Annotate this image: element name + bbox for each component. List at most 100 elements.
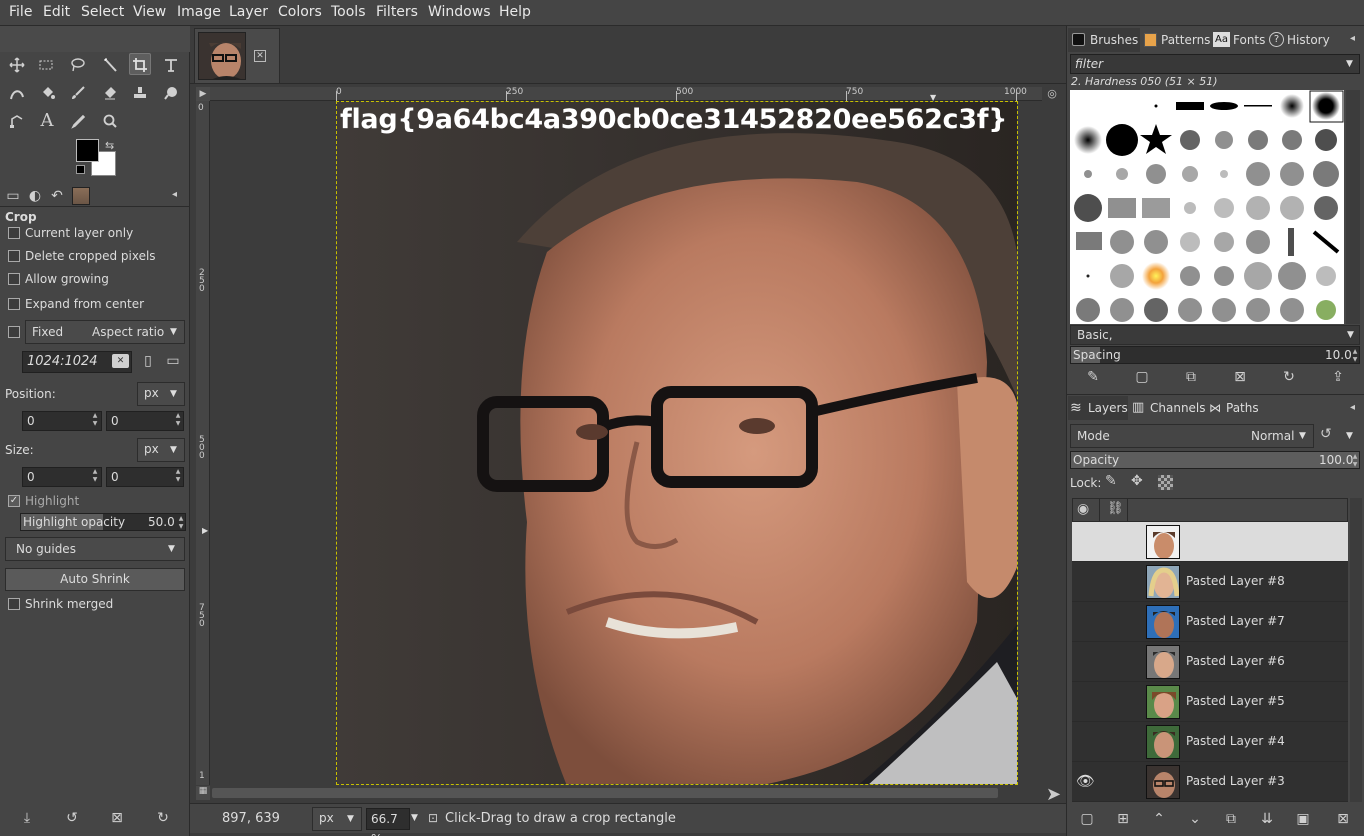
- smudge-icon[interactable]: [160, 82, 182, 104]
- default-colors-icon[interactable]: [76, 165, 85, 174]
- highlight-opacity-slider[interactable]: Highlight opacity 50.0 ▲ ▼: [20, 513, 186, 531]
- menu-tools[interactable]: Tools: [331, 4, 366, 20]
- layer-row[interactable]: 👁 Pasted Layer #3: [1072, 762, 1348, 802]
- lock-pixels-icon[interactable]: ✎: [1105, 473, 1117, 489]
- spacing-spinner[interactable]: ▲ ▼: [1350, 348, 1360, 364]
- tab-patterns[interactable]: Patterns: [1142, 28, 1210, 52]
- menu-edit[interactable]: Edit: [43, 4, 70, 20]
- tab-fonts[interactable]: Aa Fonts: [1212, 28, 1268, 52]
- navigation-arrow-icon[interactable]: ➤: [1046, 784, 1061, 805]
- spacing-slider[interactable]: Spacing 10.0 ▲ ▼: [1070, 346, 1360, 364]
- navigate-icon[interactable]: ▦: [196, 786, 210, 800]
- color-picker-icon[interactable]: [67, 110, 89, 132]
- quick-mask-menu-icon[interactable]: ▶: [196, 87, 210, 101]
- zoom-input[interactable]: 66.7 %: [366, 808, 410, 836]
- unit-dropdown[interactable]: px ▼: [312, 807, 362, 831]
- allow-growing-checkbox[interactable]: [8, 273, 20, 285]
- bucket-fill-icon[interactable]: [37, 82, 59, 104]
- delete-cropped-pixels-checkbox[interactable]: [8, 250, 20, 262]
- tab-layers[interactable]: ≋ Layers: [1068, 396, 1128, 420]
- menu-windows[interactable]: Windows: [428, 4, 491, 20]
- reset-options-icon[interactable]: ↻: [151, 808, 175, 830]
- restore-options-icon[interactable]: ↺: [60, 808, 84, 830]
- new-brush-icon[interactable]: ▢: [1131, 366, 1153, 388]
- undo-history-tab-icon[interactable]: ↶: [46, 186, 68, 208]
- text-icon[interactable]: A: [36, 110, 58, 132]
- layer-row[interactable]: Pasted Layer #8: [1072, 562, 1348, 602]
- mask-layer-icon[interactable]: ▣: [1292, 808, 1314, 830]
- tab-brushes[interactable]: Brushes: [1068, 28, 1140, 52]
- configure-tab-icon[interactable]: ◂: [1350, 33, 1355, 44]
- menu-colors[interactable]: Colors: [278, 4, 322, 20]
- paintbrush-icon[interactable]: [67, 82, 89, 104]
- save-options-icon[interactable]: ⤓: [15, 808, 39, 830]
- tab-channels[interactable]: ▥ Channels: [1130, 396, 1206, 420]
- duplicate-layer-icon[interactable]: ⧉: [1220, 808, 1242, 830]
- layer-row[interactable]: Pasted Layer #5: [1072, 682, 1348, 722]
- crop-icon[interactable]: [129, 53, 151, 75]
- menu-select[interactable]: Select: [81, 4, 124, 20]
- landscape-icon[interactable]: ▭: [162, 351, 184, 373]
- layer-opacity-slider[interactable]: Opacity 100.0 ▲ ▼: [1070, 451, 1360, 469]
- menu-help[interactable]: Help: [499, 4, 531, 20]
- tool-options-tab-icon[interactable]: ▭: [2, 186, 24, 208]
- delete-brush-icon[interactable]: ⊠: [1229, 366, 1251, 388]
- size-width-spinner[interactable]: ▲ ▼: [90, 468, 100, 484]
- eraser-icon[interactable]: [99, 82, 121, 104]
- auto-shrink-button[interactable]: Auto Shrink: [5, 568, 185, 591]
- layer-row[interactable]: Pasted Layer #4: [1072, 722, 1348, 762]
- menu-filters[interactable]: Filters: [376, 4, 418, 20]
- clone-icon[interactable]: [129, 82, 151, 104]
- new-layer-icon[interactable]: ▢: [1076, 808, 1098, 830]
- new-layer-group-icon[interactable]: ⊞: [1112, 808, 1134, 830]
- portrait-icon[interactable]: ▯: [137, 351, 159, 373]
- fixed-checkbox[interactable]: [8, 326, 20, 338]
- opacity-spinner[interactable]: ▲ ▼: [1350, 453, 1360, 469]
- horizontal-scrollbar[interactable]: [212, 788, 998, 798]
- size-height-spinner[interactable]: ▲ ▼: [173, 468, 183, 484]
- duplicate-brush-icon[interactable]: ⧉: [1180, 366, 1202, 388]
- highlight-checkbox[interactable]: ✓: [8, 495, 20, 507]
- menu-file[interactable]: File: [9, 4, 32, 20]
- swap-colors-icon[interactable]: ⇆: [105, 139, 114, 152]
- guides-dropdown[interactable]: No guides ▼: [5, 537, 185, 561]
- tab-paths[interactable]: ⋈ Paths: [1207, 396, 1261, 420]
- delete-layer-icon[interactable]: ⊠: [1332, 808, 1354, 830]
- zoom-fit-icon[interactable]: ◎: [1044, 87, 1060, 101]
- position-unit-dropdown[interactable]: px ▼: [137, 382, 185, 406]
- chevron-down-icon[interactable]: ▼: [411, 813, 418, 823]
- size-unit-dropdown[interactable]: px ▼: [137, 438, 185, 462]
- unified-transform-icon[interactable]: [160, 54, 182, 76]
- current-layer-only-checkbox[interactable]: [8, 227, 20, 239]
- device-status-tab-icon[interactable]: ◐: [24, 186, 46, 208]
- composite-mode-icon[interactable]: ↺: [1320, 426, 1332, 442]
- merge-layer-icon[interactable]: ⇊: [1256, 808, 1278, 830]
- shrink-merged-checkbox[interactable]: [8, 598, 20, 610]
- image-tab[interactable]: ✕: [194, 28, 280, 84]
- brush-grid[interactable]: [1070, 90, 1344, 324]
- close-image-icon[interactable]: ✕: [254, 50, 266, 62]
- layer-mode-dropdown[interactable]: Mode Normal ▼: [1070, 424, 1314, 448]
- lock-alpha-icon[interactable]: [1158, 475, 1173, 490]
- layers-scrollbar[interactable]: [1350, 498, 1362, 802]
- refresh-brushes-icon[interactable]: ↻: [1278, 366, 1300, 388]
- zoom-icon[interactable]: [99, 110, 121, 132]
- edit-brush-icon[interactable]: ✎: [1082, 366, 1104, 388]
- brush-grid-scrollbar[interactable]: [1346, 90, 1360, 324]
- fixed-mode-dropdown[interactable]: Fixed Aspect ratio ▼: [25, 320, 185, 344]
- layer-row[interactable]: [1072, 522, 1348, 562]
- chevron-down-icon[interactable]: ▼: [1346, 431, 1353, 441]
- expand-from-center-checkbox[interactable]: [8, 298, 20, 310]
- move-icon[interactable]: [6, 54, 28, 76]
- raise-layer-icon[interactable]: ⌃: [1148, 808, 1170, 830]
- menu-layer[interactable]: Layer: [229, 4, 268, 20]
- lock-position-icon[interactable]: ✥: [1131, 473, 1143, 489]
- lasso-icon[interactable]: [67, 54, 89, 76]
- tab-history[interactable]: ? History: [1268, 28, 1330, 52]
- vertical-scrollbar[interactable]: [1046, 101, 1062, 785]
- eye-icon[interactable]: 👁: [1076, 772, 1095, 790]
- position-x-spinner[interactable]: ▲ ▼: [90, 412, 100, 428]
- position-y-spinner[interactable]: ▲ ▼: [173, 412, 183, 428]
- layer-row[interactable]: Pasted Layer #6: [1072, 642, 1348, 682]
- foreground-color-swatch[interactable]: [76, 139, 99, 162]
